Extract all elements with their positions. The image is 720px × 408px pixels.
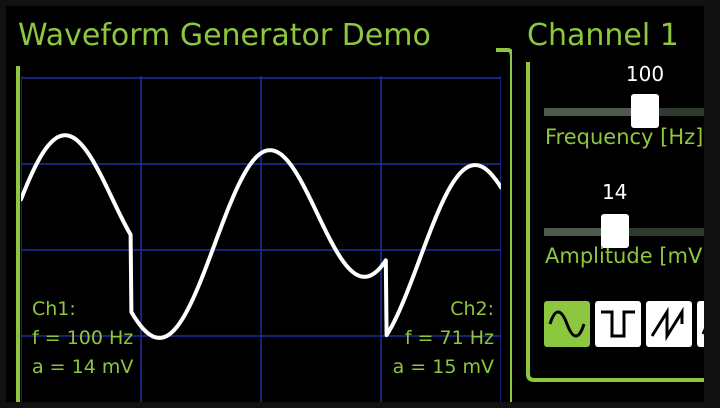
ch2-frequency: f = 71 Hz <box>404 327 494 349</box>
triangle-wave-icon <box>701 328 704 335</box>
frequency-slider-fill <box>544 108 645 116</box>
ch1-label: Ch1: <box>32 298 76 320</box>
sine-wave-icon <box>548 310 586 338</box>
sawtooth-wave-icon <box>650 306 684 342</box>
ch2-amplitude: a = 15 mV <box>392 356 494 378</box>
square-wave-button[interactable] <box>595 301 641 347</box>
frequency-slider[interactable] <box>544 94 704 128</box>
ch2-label: Ch2: <box>450 298 494 320</box>
app-screen: Waveform Generator Demo Ch1: f = 100 Hz … <box>6 6 704 402</box>
sawtooth-wave-button[interactable] <box>646 301 692 347</box>
ch1-frequency: f = 100 Hz <box>32 327 134 349</box>
amplitude-slider[interactable] <box>544 214 704 248</box>
frequency-label: Frequency [Hz] <box>545 125 704 149</box>
triangle-wave-button[interactable] <box>697 301 704 347</box>
frequency-value: 100 <box>625 62 665 86</box>
amplitude-value: 14 <box>601 180 628 204</box>
square-wave-icon <box>601 310 635 338</box>
channel-title: Channel 1 <box>527 18 679 53</box>
sine-wave-button[interactable] <box>544 301 590 347</box>
ch2-info: Ch2: f = 71 Hz a = 15 mV <box>393 295 494 382</box>
amplitude-slider-thumb[interactable] <box>600 214 629 248</box>
frequency-slider-thumb[interactable] <box>631 94 659 128</box>
amplitude-label: Amplitude [mV] <box>545 244 704 268</box>
ch1-amplitude: a = 14 mV <box>32 356 134 378</box>
ch1-info: Ch1: f = 100 Hz a = 14 mV <box>32 295 133 382</box>
waveform-selector <box>544 301 704 347</box>
app-title: Waveform Generator Demo <box>18 18 431 53</box>
